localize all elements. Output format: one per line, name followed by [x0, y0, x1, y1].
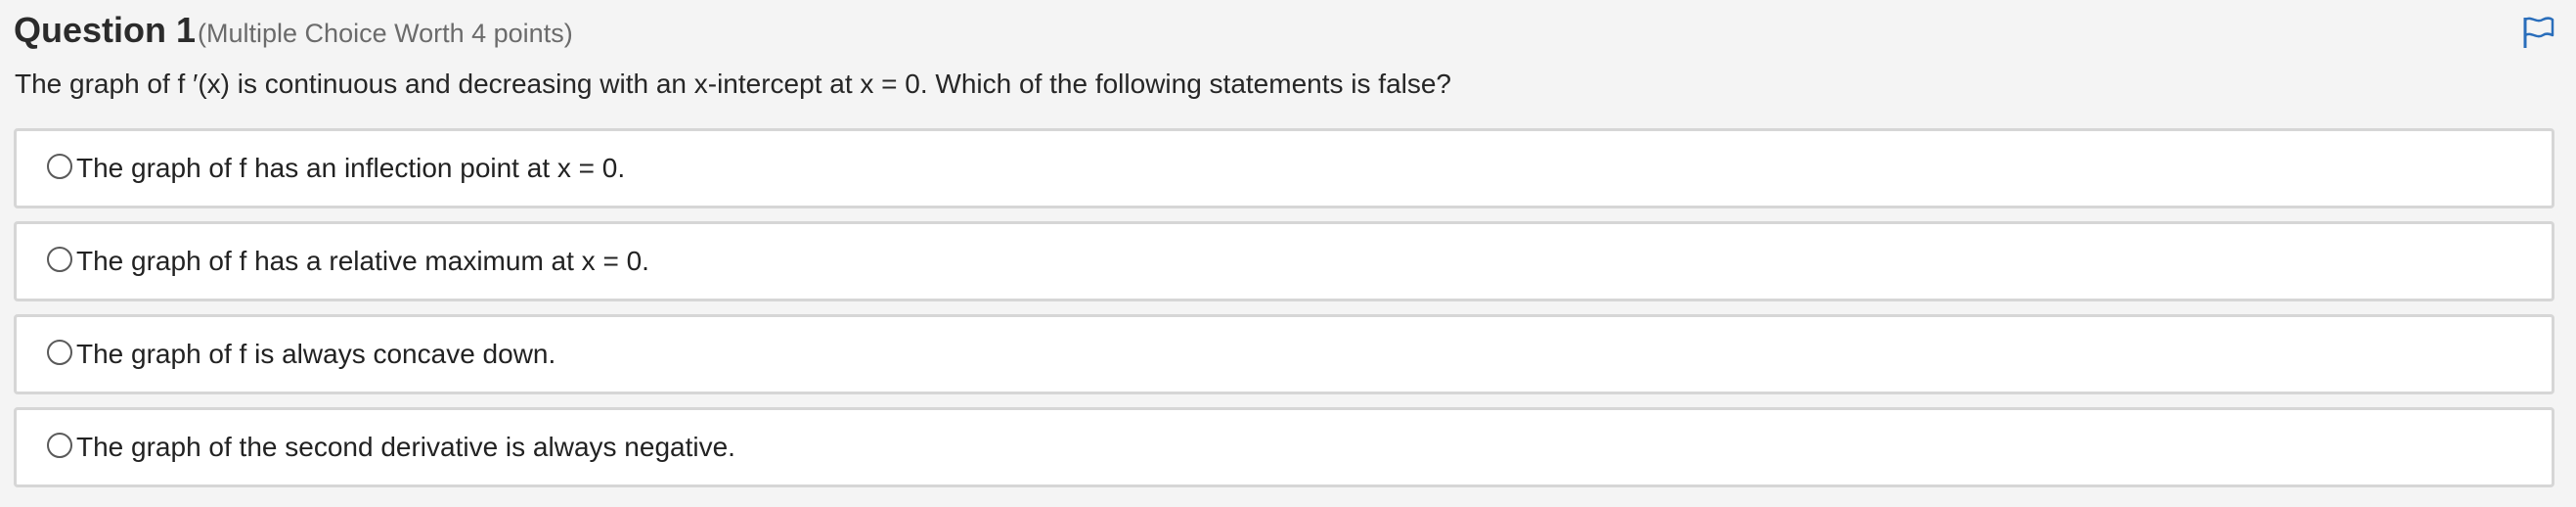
radio-button[interactable]	[47, 247, 72, 272]
answer-choice-label: The graph of f has a relative maximum at…	[76, 246, 649, 276]
answer-choice-3[interactable]: The graph of f is always concave down.	[14, 314, 2554, 394]
question-header: Question 1 (Multiple Choice Worth 4 poin…	[14, 10, 573, 55]
question-prompt: The graph of f ′(x) is continuous and de…	[15, 69, 1452, 99]
radio-button[interactable]	[47, 154, 72, 179]
flag-icon	[2523, 17, 2554, 48]
answer-choice-label: The graph of f has an inflection point a…	[76, 153, 626, 183]
radio-button[interactable]	[47, 340, 72, 365]
answer-choices: The graph of f has an inflection point a…	[14, 128, 2554, 500]
question-points-info: (Multiple Choice Worth 4 points)	[198, 19, 573, 48]
question-title: Question 1	[14, 10, 197, 50]
answer-choice-label: The graph of f is always concave down.	[76, 339, 556, 369]
answer-choice-label: The graph of the second derivative is al…	[76, 432, 735, 462]
radio-button[interactable]	[47, 433, 72, 458]
answer-choice-4[interactable]: The graph of the second derivative is al…	[14, 407, 2554, 487]
answer-choice-1[interactable]: The graph of f has an inflection point a…	[14, 128, 2554, 208]
answer-choice-2[interactable]: The graph of f has a relative maximum at…	[14, 221, 2554, 301]
flag-question-button[interactable]	[2521, 15, 2556, 50]
